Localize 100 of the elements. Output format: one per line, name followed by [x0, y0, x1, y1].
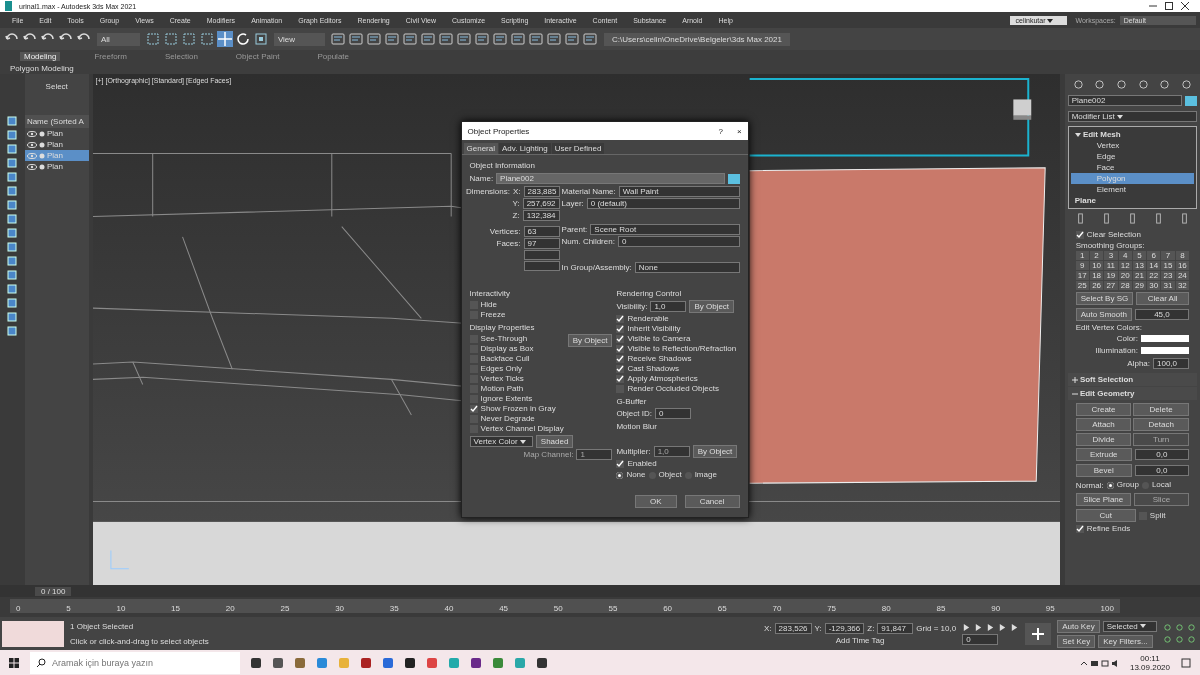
explorer-tool-icon[interactable] — [7, 172, 18, 182]
z-coordinate[interactable]: 91,847 — [877, 622, 914, 634]
close-button[interactable]: × — [736, 126, 742, 136]
smoothing-group-button[interactable]: 6 — [1147, 251, 1161, 260]
scale-icon[interactable] — [252, 31, 269, 47]
sub-object-item[interactable]: Element — [1070, 184, 1194, 195]
reference-coordinate-dropdown[interactable]: View — [273, 32, 326, 46]
time-ruler[interactable]: 0 5 10 15 20 25 30 35 40 45 50 55 60 65 70 75 80 85 90 95 100 — [10, 599, 1120, 613]
rollout-header[interactable]: Soft Selection — [1067, 373, 1197, 386]
scene-object-item[interactable]: Plan — [24, 139, 89, 150]
object-color-swatch[interactable] — [727, 173, 740, 184]
color-swatch[interactable] — [1141, 335, 1189, 342]
app-icon[interactable] — [470, 656, 482, 669]
map-channel-spinner[interactable]: 1 — [576, 449, 613, 460]
checkbox[interactable] — [616, 355, 625, 363]
checkbox[interactable] — [616, 315, 625, 323]
smoothing-group-button[interactable]: 28 — [1118, 281, 1132, 290]
smoothing-group-button[interactable]: 2 — [1089, 251, 1104, 260]
smoothing-group-button[interactable]: 15 — [1161, 261, 1175, 270]
smoothing-group-button[interactable]: 16 — [1175, 261, 1189, 270]
smoothing-group-button[interactable]: 14 — [1147, 261, 1161, 270]
help-button[interactable]: ? — [718, 126, 723, 136]
explorer-tool-icon[interactable] — [7, 312, 18, 322]
sub-object-item[interactable]: Face — [1070, 162, 1194, 173]
ok-button[interactable]: OK — [635, 495, 677, 508]
alpha-spinner[interactable]: 100,0 — [1153, 358, 1189, 369]
explorer-tool-icon[interactable] — [7, 326, 18, 336]
bevel-button[interactable]: Bevel — [1075, 464, 1132, 477]
ribbon-tab[interactable]: Selection — [160, 51, 202, 61]
smoothing-group-button[interactable]: 10 — [1089, 261, 1104, 270]
checkbox[interactable] — [616, 375, 625, 383]
smoothing-group-button[interactable]: 7 — [1161, 251, 1175, 260]
explorer-tool-icon[interactable] — [7, 270, 18, 280]
set-key-button[interactable]: Set Key — [1057, 634, 1096, 648]
modifier-list-dropdown[interactable]: Modifier List — [1067, 111, 1197, 122]
explorer-tool-icon[interactable] — [7, 298, 18, 308]
by-object-button[interactable]: By Object — [692, 445, 738, 458]
auto-smooth-spinner[interactable]: 45,0 — [1134, 309, 1189, 320]
column-header[interactable]: Name (Sorted A — [24, 115, 89, 128]
add-time-tag-button[interactable]: Add Time Tag — [835, 635, 885, 645]
checkbox[interactable] — [1075, 525, 1084, 533]
explorer-tool-icon[interactable] — [7, 228, 18, 238]
explorer-tool-icon[interactable] — [7, 242, 18, 252]
select-by-sg-button[interactable]: Select By SG — [1075, 292, 1134, 305]
smoothing-group-button[interactable]: 9 — [1075, 261, 1089, 270]
object-id-spinner[interactable]: 0 — [654, 408, 691, 419]
illumination-swatch[interactable] — [1141, 347, 1189, 354]
key-filters-button[interactable]: Key Filters... — [1098, 634, 1153, 648]
name-field[interactable]: Plane002 — [496, 173, 725, 184]
geometry-button[interactable]: Attach — [1075, 418, 1132, 431]
radio-button[interactable] — [1106, 481, 1114, 489]
smoothing-group-button[interactable]: 1 — [1075, 251, 1089, 260]
vertex-mode-dropdown[interactable]: Vertex Color — [469, 436, 533, 447]
app-icon[interactable] — [536, 656, 548, 669]
explorer-tool-icon[interactable] — [7, 256, 18, 266]
scene-object-item[interactable]: Plan — [24, 161, 89, 172]
explorer-tool-icon[interactable] — [7, 116, 18, 126]
smoothing-group-button[interactable]: 4 — [1118, 251, 1132, 260]
dialog-tab[interactable]: User Defined — [551, 143, 605, 154]
viewcube-icon[interactable] — [1012, 99, 1031, 120]
explorer-tool-icon[interactable] — [7, 200, 18, 210]
ribbon-panel-label[interactable]: Polygon Modeling — [10, 63, 74, 73]
auto-smooth-button[interactable]: Auto Smooth — [1075, 308, 1132, 321]
checkbox[interactable] — [616, 365, 625, 373]
x-coordinate[interactable]: 283,526 — [774, 622, 812, 634]
smoothing-group-button[interactable]: 26 — [1089, 281, 1104, 290]
explorer-tool-icon[interactable] — [7, 130, 18, 140]
add-key-button[interactable] — [1025, 622, 1052, 645]
explorer-tool-icon[interactable] — [7, 186, 18, 196]
key-mode-dropdown[interactable]: Selected — [1102, 620, 1157, 632]
checkbox[interactable] — [616, 460, 625, 468]
windows-start-icon[interactable] — [8, 656, 20, 669]
smoothing-group-button[interactable]: 12 — [1118, 261, 1132, 270]
eye-icon[interactable] — [26, 163, 37, 170]
object-name-field[interactable]: Plane002 — [1067, 95, 1182, 106]
smoothing-group-button[interactable]: 8 — [1175, 251, 1189, 260]
checkbox[interactable] — [1075, 231, 1084, 239]
by-object-button[interactable]: By Object — [567, 334, 613, 347]
script-listener-field[interactable] — [2, 620, 64, 647]
smoothing-group-button[interactable]: 32 — [1175, 281, 1189, 290]
close-icon[interactable] — [1180, 1, 1190, 11]
smoothing-group-button[interactable]: 18 — [1089, 271, 1104, 280]
smoothing-group-button[interactable]: 22 — [1147, 271, 1161, 280]
slice-plane-button[interactable]: Slice Plane — [1075, 493, 1131, 506]
explorer-tool-icon[interactable] — [7, 214, 18, 224]
modifier-stack-item[interactable]: Edit Mesh — [1070, 129, 1194, 140]
explorer-tool-icon[interactable] — [7, 284, 18, 294]
smoothing-group-button[interactable]: 21 — [1132, 271, 1147, 280]
move-icon[interactable] — [216, 31, 233, 47]
app-icon[interactable] — [360, 656, 372, 669]
smoothing-group-button[interactable]: 25 — [1075, 281, 1089, 290]
smoothing-group-button[interactable]: 17 — [1075, 271, 1089, 280]
dialog-tab[interactable]: Adv. Lighting — [499, 143, 551, 154]
smoothing-group-button[interactable]: 30 — [1147, 281, 1161, 290]
radio-button[interactable] — [616, 471, 624, 479]
smoothing-group-button[interactable]: 24 — [1175, 271, 1189, 280]
dialog-tab[interactable]: General — [463, 143, 498, 154]
explorer-header[interactable]: Select — [24, 74, 89, 99]
smoothing-group-button[interactable]: 23 — [1161, 271, 1175, 280]
modifier-stack-item[interactable]: Plane — [1070, 195, 1194, 206]
